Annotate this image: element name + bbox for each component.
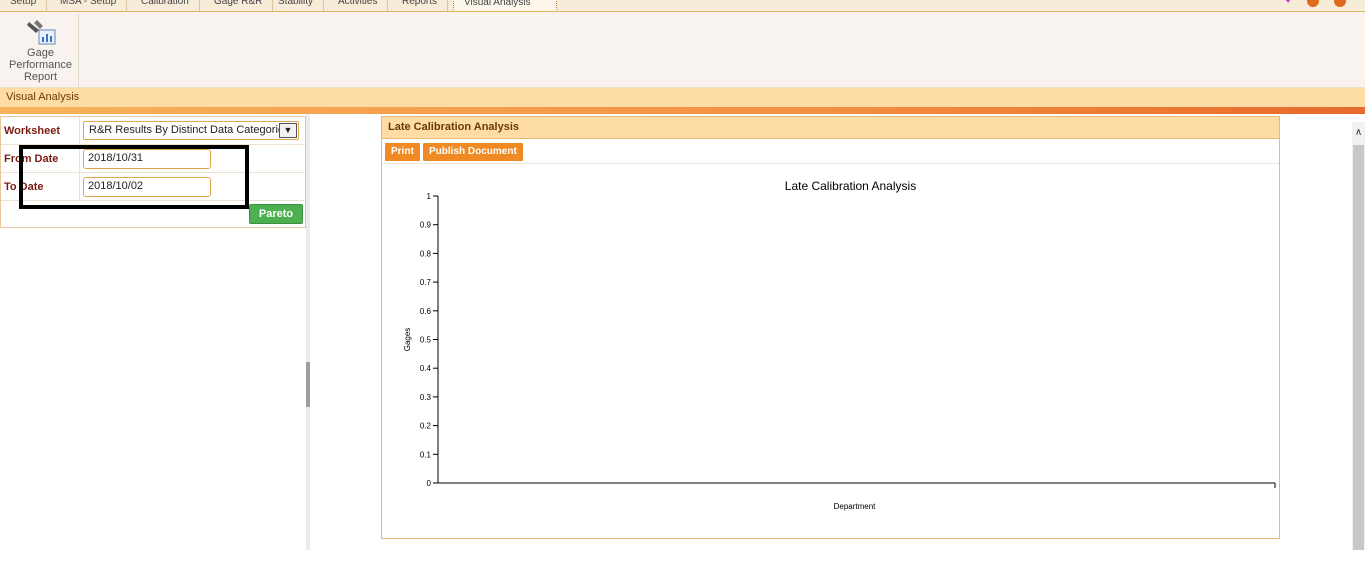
tab-reports[interactable]: Reports <box>392 0 449 11</box>
ribbon-button-line3: Report <box>23 71 58 83</box>
y-tick-label: 0.4 <box>420 364 432 373</box>
y-tick-label: 0.8 <box>420 249 432 258</box>
tab-calibration[interactable]: Calibration <box>131 0 200 11</box>
worksheet-select[interactable]: R&R Results By Distinct Data Categories … <box>83 121 299 140</box>
scrollbar-thumb[interactable] <box>1353 145 1364 550</box>
tab-setup[interactable]: Setup <box>0 0 48 11</box>
publish-document-button[interactable]: Publish Document <box>423 143 523 161</box>
pin-icon[interactable]: ✦ <box>1283 0 1295 7</box>
tab-activities[interactable]: Activities <box>328 0 389 11</box>
y-tick-label: 0.1 <box>420 450 432 459</box>
tab-msa-setup[interactable]: MSA - Setup <box>50 0 128 11</box>
y-tick-label: 0.2 <box>420 422 432 431</box>
main-tab-strip: Setup MSA - Setup Calibration Gage R&R S… <box>0 0 1365 12</box>
worksheet-select-value: R&R Results By Distinct Data Categories <box>89 124 290 136</box>
y-tick-label: 1 <box>427 192 432 201</box>
tab-stability[interactable]: Stability <box>268 0 325 11</box>
chart-title: Late Calibration Analysis <box>785 179 916 193</box>
scroll-up-icon[interactable]: ∧ <box>1352 125 1365 141</box>
y-tick-label: 0.9 <box>420 221 432 230</box>
row-divider <box>79 117 80 144</box>
pareto-button[interactable]: Pareto <box>249 204 303 224</box>
y-tick-label: 0.7 <box>420 278 432 287</box>
print-button[interactable]: Print <box>385 143 420 161</box>
late-calibration-chart: Late Calibration Analysis 0 0.1 0.2 0.3 0.4 0.… <box>403 179 1276 511</box>
header-band <box>0 107 1365 114</box>
y-tick-label: 0 <box>427 479 432 488</box>
y-tick-label: 0.3 <box>420 393 432 402</box>
tab-visual-analysis[interactable]: Visual Analysis <box>453 0 557 11</box>
y-axis-label: Gages <box>403 328 412 352</box>
ribbon: Gage Performance Report <box>0 12 1365 88</box>
chart-panel: Late Calibration Analysis Print Publish … <box>381 116 1280 539</box>
gage-chart-icon <box>3 18 78 46</box>
panel-splitter[interactable] <box>306 114 310 550</box>
gage-performance-report-button[interactable]: Gage Performance Report <box>3 14 79 88</box>
highlight-box <box>19 145 249 209</box>
worksheet-label: Worksheet <box>4 125 61 137</box>
chart-panel-title: Late Calibration Analysis <box>382 117 1279 139</box>
y-tick-label: 0.5 <box>420 336 432 345</box>
y-tick-label: 0.6 <box>420 307 432 316</box>
ribbon-group-label: Visual Analysis <box>0 88 1365 107</box>
chart-toolbar: Print Publish Document <box>382 139 1279 164</box>
chevron-down-icon[interactable]: ▼ <box>279 123 297 138</box>
tab-gage-rr[interactable]: Gage R&R <box>204 0 274 11</box>
splitter-handle[interactable] <box>306 362 310 407</box>
help-icon[interactable] <box>1334 0 1346 7</box>
ribbon-button-line1: Gage <box>27 47 54 59</box>
info-icon[interactable] <box>1307 0 1319 7</box>
x-axis-label: Department <box>834 502 877 511</box>
ribbon-button-line2: Performance <box>9 59 72 71</box>
worksheet-row: Worksheet R&R Results By Distinct Data C… <box>1 117 305 145</box>
